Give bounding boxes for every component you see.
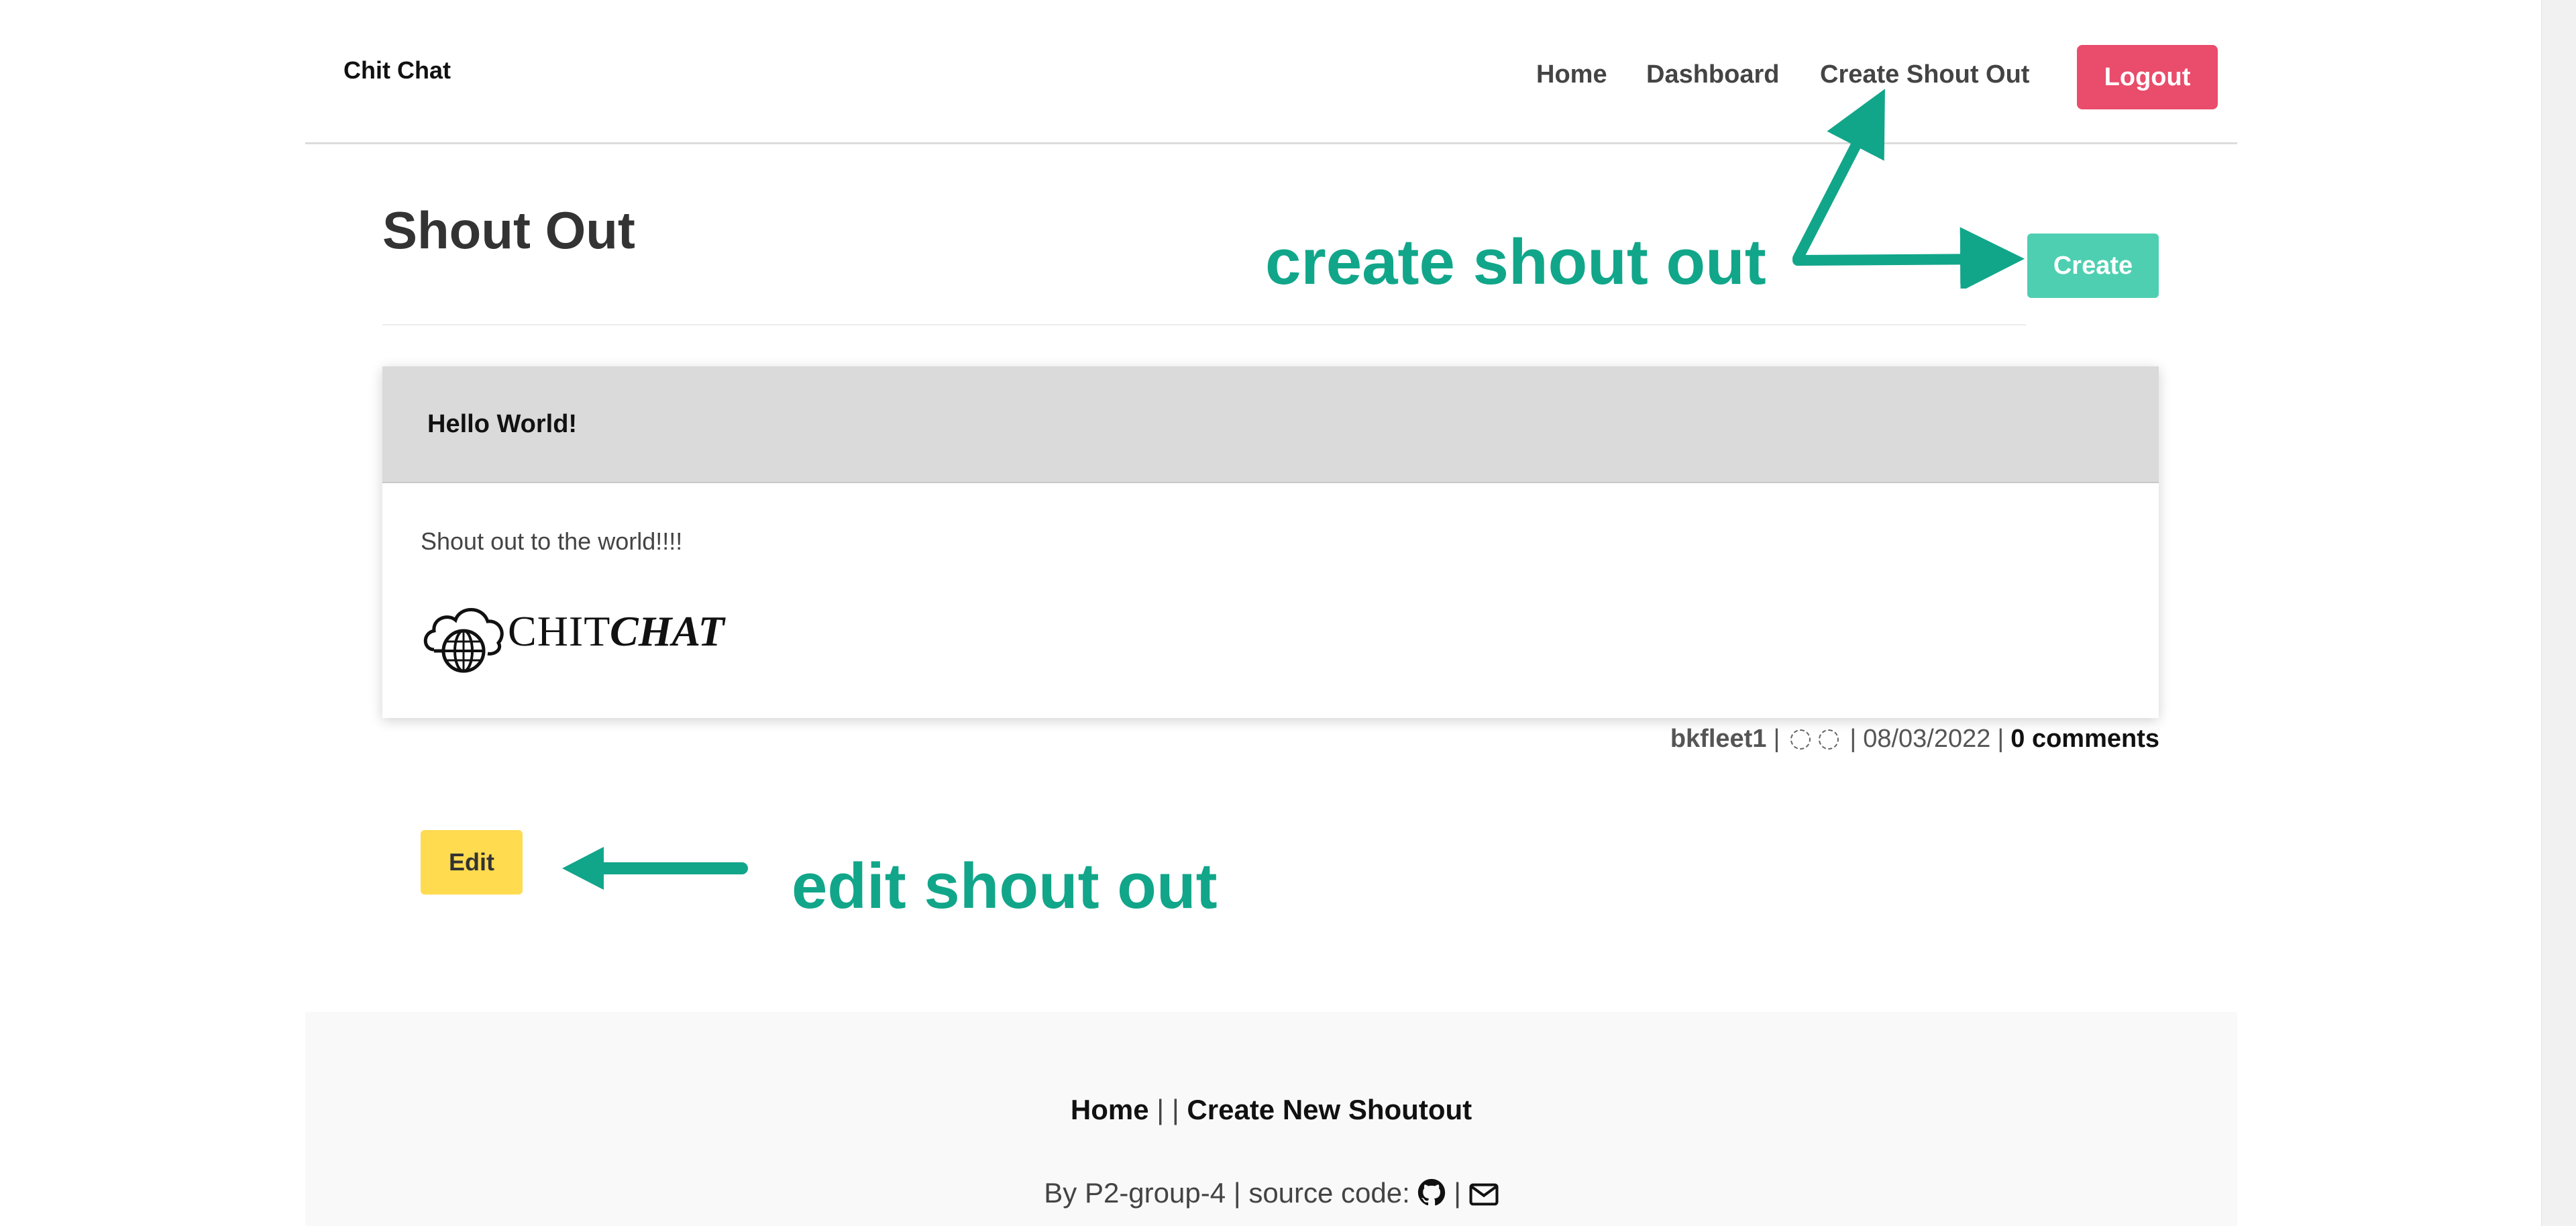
shout-out-card: Hello World! Shout out to the world!!!! …	[382, 366, 2159, 718]
post-date: 08/03/2022	[1863, 725, 1991, 753]
comments-link[interactable]: 0 comments	[2010, 725, 2159, 754]
footer-home-link[interactable]: Home	[1071, 1094, 1149, 1125]
logo-text-chit: CHIT	[508, 607, 611, 655]
footer-links: Home | | Create New Shoutout	[1070, 1094, 1472, 1125]
reaction-placeholder-icon	[1819, 729, 1839, 750]
create-annotation-arrow-icon	[1792, 89, 2025, 289]
nav-dashboard-link[interactable]: Dashboard	[1646, 60, 1779, 89]
create-annotation-label: create shout out	[1265, 226, 1766, 298]
footer-create-new-link[interactable]: Create New Shoutout	[1187, 1094, 1472, 1125]
nav-home-link[interactable]: Home	[1536, 60, 1607, 89]
github-icon[interactable]	[1417, 1178, 1446, 1207]
shout-out-title: Hello World!	[427, 410, 578, 438]
logout-button[interactable]: Logout	[2077, 45, 2218, 109]
shout-out-meta: bkfleet1 | | 08/03/2022 | 0 comments	[1670, 725, 2159, 754]
shout-out-body: Shout out to the world!!!!	[421, 527, 683, 555]
footer-credit-text: By P2-group-4 | source code:	[1044, 1177, 1410, 1209]
author-name[interactable]: bkfleet1	[1670, 725, 1767, 754]
mail-icon[interactable]	[1469, 1182, 1499, 1207]
reaction-placeholder-icon	[1790, 729, 1811, 750]
logo-text-chat: CHAT	[610, 607, 724, 655]
create-button[interactable]: Create	[2027, 234, 2159, 298]
page-root: Chit Chat Home Dashboard Create Shout Ou…	[0, 0, 2576, 1226]
edit-annotation-label: edit shout out	[792, 850, 1218, 922]
title-divider	[382, 324, 2026, 325]
card-header: Hello World!	[382, 366, 2159, 483]
footer: Home | | Create New Shoutout By P2-group…	[305, 1012, 2237, 1226]
vertical-scrollbar[interactable]	[2541, 0, 2576, 1226]
brand-logo-text[interactable]: Chit Chat	[343, 56, 451, 85]
footer-credit: By P2-group-4 | source code: |	[305, 1177, 2237, 1209]
edit-button[interactable]: Edit	[421, 830, 523, 895]
page-title: Shout Out	[382, 201, 635, 260]
nav-create-shout-out-link[interactable]: Create Shout Out	[1820, 60, 2029, 89]
chit-chat-logo-image: CHIT CHAT	[421, 595, 749, 675]
edit-annotation-arrow-icon	[562, 847, 748, 890]
